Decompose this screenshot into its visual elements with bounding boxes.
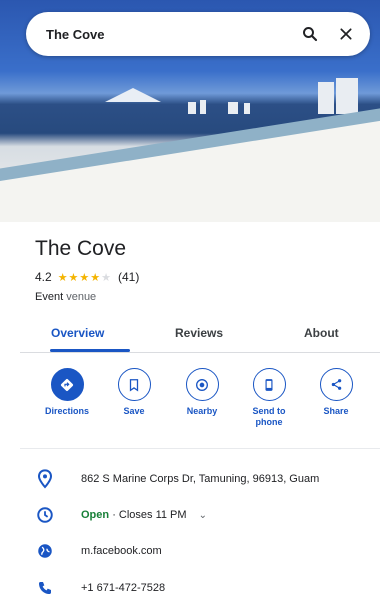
review-count[interactable]: (41) — [118, 270, 139, 284]
close-icon[interactable] — [334, 22, 358, 46]
rating-value: 4.2 — [35, 270, 52, 284]
send-to-phone-button[interactable]: Send to phone — [239, 368, 299, 429]
share-icon — [319, 368, 353, 401]
category-primary: Event — [35, 291, 64, 303]
phone-row[interactable]: +1 671-472-7528 — [35, 576, 375, 594]
search-bar[interactable]: The Cove — [26, 12, 370, 56]
closing-time: · Closes 11 PM — [112, 509, 187, 521]
globe-icon — [35, 541, 55, 561]
address-text: 862 S Marine Corps Dr, Tamuning, 96913, … — [81, 473, 320, 485]
tab-reviews[interactable]: Reviews — [175, 326, 223, 340]
rating-stars: ★★★★★ — [57, 271, 113, 284]
clock-icon — [35, 505, 55, 525]
tab-overview[interactable]: Overview — [51, 326, 104, 340]
directions-button[interactable]: Directions — [37, 368, 97, 417]
rating-row[interactable]: 4.2 ★★★★★ (41) — [35, 270, 139, 284]
search-input[interactable]: The Cove — [46, 27, 298, 42]
hero-skyline — [0, 78, 380, 116]
website-link[interactable]: m.facebook.com — [81, 545, 162, 557]
share-label: Share — [323, 406, 349, 416]
active-tab-indicator — [50, 349, 130, 352]
share-button[interactable]: Share — [306, 368, 366, 417]
place-title: The Cove — [35, 237, 127, 260]
category-secondary: venue — [66, 291, 97, 303]
send-to-phone-label: Send to phone — [252, 406, 286, 428]
phone-call-icon — [35, 578, 55, 594]
phone-icon — [252, 368, 286, 401]
bookmark-icon — [117, 368, 151, 401]
location-pin-icon — [35, 469, 55, 489]
chevron-down-icon[interactable]: ⌄ — [199, 510, 207, 521]
directions-label: Directions — [44, 406, 89, 416]
hours-row[interactable]: Open · Closes 11 PM ⌄ — [35, 503, 375, 527]
search-icon[interactable] — [298, 22, 322, 46]
save-label: Save — [123, 406, 145, 416]
nearby-button[interactable]: Nearby — [172, 368, 232, 417]
place-category: Event venue — [35, 291, 96, 303]
section-divider — [20, 448, 380, 449]
phone-number[interactable]: +1 671-472-7528 — [81, 582, 165, 594]
tab-bar: Overview Reviews About — [20, 320, 380, 353]
save-button[interactable]: Save — [104, 368, 164, 417]
address-row[interactable]: 862 S Marine Corps Dr, Tamuning, 96913, … — [35, 467, 375, 491]
hours-text: Open · Closes 11 PM — [81, 509, 187, 521]
nearby-label: Nearby — [186, 406, 218, 416]
tab-about[interactable]: About — [304, 326, 339, 340]
website-row[interactable]: m.facebook.com — [35, 539, 375, 563]
open-status: Open — [81, 509, 110, 521]
directions-icon — [50, 368, 84, 401]
nearby-icon — [185, 368, 219, 401]
